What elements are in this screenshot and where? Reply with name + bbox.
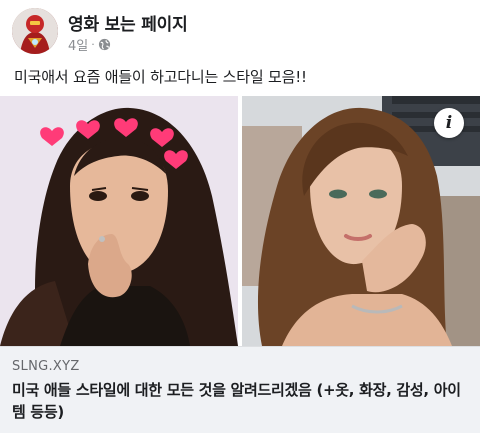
page-avatar[interactable] xyxy=(12,8,58,54)
info-button[interactable]: i xyxy=(434,108,464,138)
post-header: 영화 보는 페이지 4일 · xyxy=(0,0,480,62)
meta-separator: · xyxy=(91,37,95,51)
page-name[interactable]: 영화 보는 페이지 xyxy=(68,10,188,35)
info-icon: i xyxy=(445,113,453,133)
post-meta: 4일 · xyxy=(68,35,111,54)
post-caption: 미국애서 요즘 애들이 하고다니는 스타일 모음!! xyxy=(14,68,307,86)
link-preview[interactable]: SLNG.XYZ 미국 애들 스타일에 대한 모든 것을 알려드리겠음 (+옷,… xyxy=(0,346,480,433)
link-title[interactable]: 미국 애들 스타일에 대한 모든 것을 알려드리겠음 (+옷, 화장, 감성, … xyxy=(12,379,470,423)
post-media[interactable]: i xyxy=(0,96,480,346)
left-photo[interactable] xyxy=(0,96,238,346)
post-time[interactable]: 4일 xyxy=(68,35,88,54)
link-domain: SLNG.XYZ xyxy=(12,359,80,374)
right-photo[interactable]: i xyxy=(242,96,480,346)
globe-icon[interactable] xyxy=(98,38,111,51)
